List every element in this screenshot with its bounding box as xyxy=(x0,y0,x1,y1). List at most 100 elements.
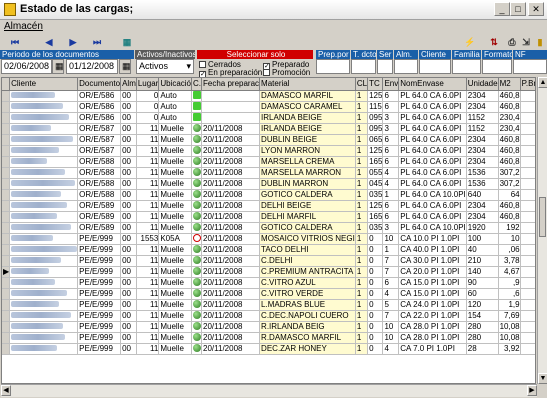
cell-fecha[interactable]: 20/11/2008 xyxy=(201,299,261,311)
column-header[interactable]: Alm xyxy=(120,78,137,91)
table-row[interactable]: PE/E/999 00 11 Muelle 20/11/2008 C.DELHI 1 0 7 CA… xyxy=(2,255,535,267)
column-header[interactable]: Cliente xyxy=(9,78,79,91)
table-row[interactable]: OR/E/587 00 11 Muelle 20/11/2008 LYON MARRON 1… xyxy=(2,145,535,157)
cell-fecha[interactable]: 20/11/2008 xyxy=(201,189,261,201)
cell-status[interactable] xyxy=(191,299,203,311)
cell-nomenvase[interactable]: CA 28.0 PI 1.0PI xyxy=(398,332,467,344)
cell-client[interactable] xyxy=(9,189,79,201)
table-row[interactable]: OR/E/589 00 11 Muelle 20/11/2008 GOTICO CALDE… xyxy=(2,222,535,234)
cell-fecha[interactable]: 20/11/2008 xyxy=(201,145,261,157)
cell-tc[interactable]: 0 xyxy=(367,233,384,245)
familia-input[interactable] xyxy=(452,59,481,74)
cell-pbruto[interactable]: 48 xyxy=(520,112,535,124)
cell-lugar[interactable]: 11 xyxy=(136,343,160,355)
cell-tc[interactable]: 0 xyxy=(367,288,384,300)
cell-client[interactable] xyxy=(9,101,79,113)
cell-client[interactable] xyxy=(9,332,79,344)
cell-material[interactable]: GOTICO CALDERA xyxy=(259,189,356,201)
cell-unidades[interactable]: 60 xyxy=(466,288,499,300)
cell-status[interactable] xyxy=(191,167,203,179)
cell-client[interactable] xyxy=(9,200,79,212)
cell-status[interactable] xyxy=(191,90,203,102)
lightning-icon[interactable]: ⚡ xyxy=(463,36,477,48)
cell-tc[interactable]: 0 xyxy=(367,244,384,256)
cell-cl[interactable]: 1 xyxy=(355,200,369,212)
close-button[interactable]: ✕ xyxy=(528,2,544,16)
cell-material[interactable]: IRLANDA BEIGE xyxy=(259,112,356,124)
cell-client[interactable] xyxy=(9,134,79,146)
table-row[interactable]: PE/E/999 00 11 Muelle 20/11/2008 C.VITRO VERD… xyxy=(2,288,535,300)
cell-m2[interactable]: 307,2 xyxy=(498,178,521,190)
cell-alm[interactable]: 00 xyxy=(120,343,137,355)
cell-document[interactable]: PE/E/999 xyxy=(77,310,122,322)
cell-unidades[interactable]: 1152 xyxy=(466,112,499,124)
cell-fecha[interactable]: 20/11/2008 xyxy=(201,123,261,135)
cell-alm[interactable]: 00 xyxy=(120,255,137,267)
cell-material[interactable]: TACO DELHI xyxy=(259,244,356,256)
cell-nomenvase[interactable]: PL 64.0 CA 6.0PI xyxy=(398,112,467,124)
cell-ubicacion[interactable]: Muelle xyxy=(158,321,193,333)
cell-fecha[interactable]: 20/11/2008 xyxy=(201,277,261,289)
cell-env[interactable]: 4 xyxy=(382,167,400,179)
cell-document[interactable]: PE/E/999 xyxy=(77,233,122,245)
cell-cl[interactable]: 1 xyxy=(355,134,369,146)
cell-alm[interactable]: 00 xyxy=(120,90,137,102)
date-from-input[interactable]: 02/06/2008 xyxy=(1,59,52,74)
cell-fecha[interactable]: 20/11/2008 xyxy=(201,233,261,245)
cell-cl[interactable]: 1 xyxy=(355,332,369,344)
cell-ubicacion[interactable]: Muelle xyxy=(158,178,193,190)
cell-pbruto[interactable] xyxy=(520,288,535,300)
cell-lugar[interactable]: 0 xyxy=(136,112,160,124)
cell-alm[interactable]: 00 xyxy=(120,266,137,278)
cell-tc[interactable]: 045 xyxy=(367,178,384,190)
row-selector[interactable] xyxy=(2,134,11,146)
horizontal-scrollbar[interactable]: ◀ ▶ xyxy=(1,384,537,397)
sort-icon[interactable]: ⇅ xyxy=(487,36,501,48)
cell-client[interactable] xyxy=(9,255,79,267)
cell-ubicacion[interactable]: Auto xyxy=(158,101,193,113)
cell-env[interactable]: 6 xyxy=(382,145,400,157)
cell-ubicacion[interactable]: Muelle xyxy=(158,310,193,322)
table-row[interactable]: OR/E/586 00 0 Auto IRLANDA BEIGE 1 095 3 PL 64.0… xyxy=(2,112,535,124)
cell-lugar[interactable]: 11 xyxy=(136,332,160,344)
cell-pbruto[interactable]: 96 xyxy=(520,134,535,146)
column-header[interactable]: M2 xyxy=(498,78,521,91)
cell-nomenvase[interactable]: PL 64.0 CA 6.0PI xyxy=(398,211,467,223)
row-selector[interactable] xyxy=(2,299,11,311)
cell-alm[interactable]: 00 xyxy=(120,189,137,201)
cell-material[interactable]: LYON MARRON xyxy=(259,145,356,157)
vertical-scrollbar[interactable]: ▲ ▼ xyxy=(537,77,547,384)
cell-unidades[interactable]: 154 xyxy=(466,310,499,322)
cell-document[interactable]: PE/E/999 xyxy=(77,343,122,355)
maximize-button[interactable]: □ xyxy=(510,2,526,16)
row-selector[interactable] xyxy=(2,101,11,113)
cell-m2[interactable]: 460,8 xyxy=(498,90,521,102)
cell-tc[interactable]: 0 xyxy=(367,343,384,355)
cell-env[interactable]: 6 xyxy=(382,90,400,102)
next-record-icon[interactable]: ▶ xyxy=(66,36,80,48)
cell-pbruto[interactable]: 2 xyxy=(520,321,535,333)
cell-tc[interactable]: 125 xyxy=(367,90,384,102)
cell-pbruto[interactable]: 97 xyxy=(520,200,535,212)
cell-material[interactable]: L.MADRAS BLUE xyxy=(259,299,356,311)
cell-env[interactable]: 6 xyxy=(382,134,400,146)
cell-cl[interactable]: 1 xyxy=(355,101,369,113)
cell-client[interactable] xyxy=(9,321,79,333)
cell-env[interactable]: 3 xyxy=(382,123,400,135)
cell-document[interactable]: OR/E/589 xyxy=(77,222,122,234)
table-row[interactable]: OR/E/587 00 11 Muelle 20/11/2008 DUBLIN BEIGE… xyxy=(2,134,535,146)
first-record-icon[interactable]: ⏮ xyxy=(8,36,22,48)
cell-pbruto[interactable]: 96 xyxy=(520,90,535,102)
cell-lugar[interactable]: 11 xyxy=(136,123,160,135)
cell-unidades[interactable]: 40 xyxy=(466,244,499,256)
cell-client[interactable] xyxy=(9,90,79,102)
cell-ubicacion[interactable]: K05A xyxy=(158,233,193,245)
cell-ubicacion[interactable]: Muelle xyxy=(158,211,193,223)
cell-pbruto[interactable]: 64 xyxy=(520,167,535,179)
cell-client[interactable] xyxy=(9,288,79,300)
cell-nomenvase[interactable]: PL 64.0 CA 6.0PI xyxy=(398,145,467,157)
cell-material[interactable]: R.DAMASCO MARFIL xyxy=(259,332,356,344)
cell-fecha[interactable]: 20/11/2008 xyxy=(201,156,261,168)
cell-ubicacion[interactable]: Muelle xyxy=(158,277,193,289)
table-row[interactable]: PE/E/999 00 11 Muelle 20/11/2008 L.MADRAS BLU… xyxy=(2,299,535,311)
